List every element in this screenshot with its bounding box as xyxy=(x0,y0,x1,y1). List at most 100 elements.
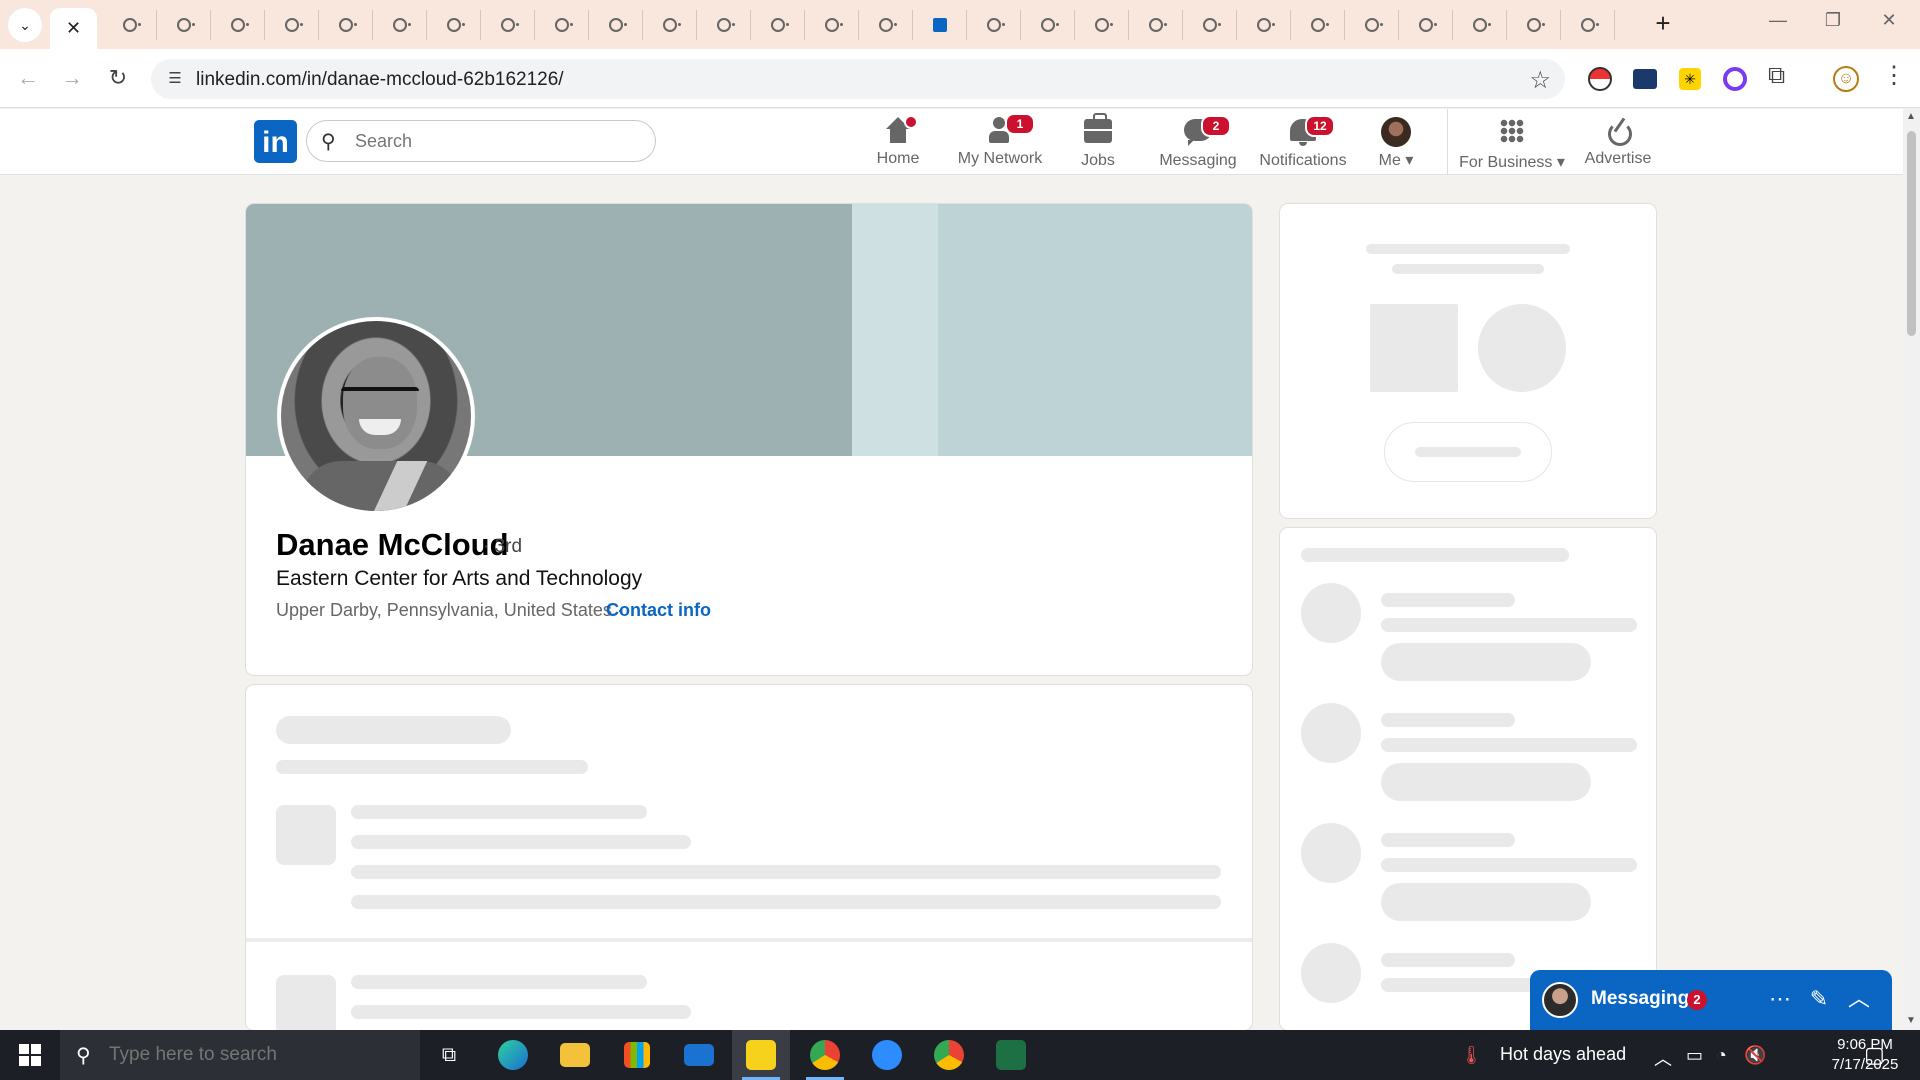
nav-home[interactable]: Home xyxy=(868,115,928,169)
film-extension-icon[interactable] xyxy=(1633,69,1657,89)
weather-text[interactable]: Hot days ahead xyxy=(1500,1044,1626,1065)
taskbar-search-input[interactable] xyxy=(109,1043,399,1067)
browser-tab[interactable] xyxy=(535,10,589,40)
restore-button[interactable]: ❐ xyxy=(1813,10,1853,31)
linkedin-logo[interactable]: in xyxy=(254,120,297,163)
browser-tab[interactable] xyxy=(211,10,265,40)
chevron-up-icon[interactable]: ︿ xyxy=(1844,984,1874,1014)
address-bar[interactable]: ☰ linkedin.com/in/danae-mccloud-62b16212… xyxy=(151,59,1565,99)
show-hidden-icons-chevron-icon[interactable]: ︿ xyxy=(1654,1045,1672,1071)
profile-icon[interactable]: ☺ xyxy=(1833,66,1859,92)
browser-tab[interactable] xyxy=(1021,10,1075,40)
notification-center-icon[interactable]: ▢ xyxy=(1864,1042,1885,1068)
taskbar-zoom[interactable] xyxy=(858,1030,916,1080)
profile-photo[interactable] xyxy=(277,317,475,515)
new-tab-button[interactable]: + xyxy=(1648,8,1678,38)
browser-tab[interactable] xyxy=(1237,10,1291,40)
browser-tab[interactable] xyxy=(859,10,913,40)
browser-tab[interactable] xyxy=(157,10,211,40)
browser-tab[interactable] xyxy=(319,10,373,40)
nav-for-business[interactable]: For Business ▾ xyxy=(1456,117,1568,171)
browser-tab[interactable] xyxy=(967,10,1021,40)
nav-me-label: Me xyxy=(1378,152,1401,169)
taskbar-mail[interactable] xyxy=(670,1030,728,1080)
browser-tab[interactable] xyxy=(103,10,157,40)
browser-tab-linkedin[interactable] xyxy=(913,10,967,40)
browser-tab[interactable] xyxy=(589,10,643,40)
scroll-up-arrow-icon[interactable]: ▲ xyxy=(1906,111,1916,122)
scrollbar-thumb[interactable] xyxy=(1907,131,1916,336)
browser-tab[interactable] xyxy=(1507,10,1561,40)
browser-tab[interactable] xyxy=(1453,10,1507,40)
nav-me[interactable]: Me ▾ xyxy=(1366,117,1426,169)
browser-tab[interactable] xyxy=(1291,10,1345,40)
site-settings-icon[interactable]: ☰ xyxy=(165,69,185,89)
browser-tab[interactable] xyxy=(427,10,481,40)
browser-tab[interactable] xyxy=(805,10,859,40)
forward-button[interactable]: → xyxy=(57,63,87,93)
globe-icon xyxy=(608,18,627,32)
browser-tab[interactable] xyxy=(1183,10,1237,40)
task-view-button[interactable]: ⧉ xyxy=(420,1030,478,1080)
url-text[interactable]: linkedin.com/in/danae-mccloud-62b162126/ xyxy=(196,69,564,91)
messaging-title[interactable]: Messaging xyxy=(1591,988,1689,1010)
menu-kebab-icon[interactable]: ⋮ xyxy=(1882,61,1910,89)
page-scrollbar[interactable]: ▲ ▼ xyxy=(1903,109,1920,1030)
wifi-icon[interactable]: ◔ xyxy=(1716,1045,1727,1066)
taskbar-store[interactable] xyxy=(608,1030,666,1080)
skeleton-bar xyxy=(1381,953,1515,967)
browser-tab[interactable] xyxy=(1075,10,1129,40)
profile-name: Danae McCloud xyxy=(276,527,509,562)
taskbar-chrome[interactable] xyxy=(796,1030,854,1080)
browser-tabstrip: ⌄ ✕ + — ❐ ✕ xyxy=(0,0,1920,49)
messaging-overlay-bar[interactable]: Messaging 2 ⋯ ✎ ︿ xyxy=(1530,970,1892,1030)
tab-search-button[interactable]: ⌄ xyxy=(8,8,42,42)
browser-tab[interactable] xyxy=(697,10,751,40)
taskbar-excel[interactable] xyxy=(982,1030,1040,1080)
nav-jobs[interactable]: Jobs xyxy=(1068,113,1128,169)
scroll-down-arrow-icon[interactable]: ▼ xyxy=(1906,1015,1916,1026)
nav-messaging[interactable]: 2 Messaging xyxy=(1157,115,1239,169)
taskbar-sticky-notes[interactable] xyxy=(732,1030,790,1080)
search-input[interactable] xyxy=(355,129,635,153)
search-box[interactable]: ⚲ xyxy=(306,120,656,162)
browser-tab[interactable] xyxy=(1345,10,1399,40)
minimize-button[interactable]: — xyxy=(1758,10,1798,31)
volume-muted-icon[interactable]: 🔇 xyxy=(1744,1045,1766,1066)
bookmark-star-icon[interactable]: ☆ xyxy=(1529,66,1551,95)
browser-tab[interactable] xyxy=(1561,10,1615,40)
compose-icon[interactable]: ✎ xyxy=(1804,984,1834,1014)
taskbar-file-explorer[interactable] xyxy=(546,1030,604,1080)
browser-tab[interactable] xyxy=(1129,10,1183,40)
globe-icon xyxy=(986,18,1005,32)
battery-icon[interactable]: ▭ xyxy=(1686,1045,1703,1066)
nav-my-network[interactable]: 1 My Network xyxy=(955,113,1045,169)
globe-icon xyxy=(338,18,357,32)
start-button[interactable] xyxy=(0,1030,60,1080)
browser-tab[interactable] xyxy=(373,10,427,40)
taskbar-edge[interactable] xyxy=(484,1030,542,1080)
browser-tab[interactable] xyxy=(481,10,535,40)
nav-divider xyxy=(1447,109,1448,175)
reload-button[interactable]: ↻ xyxy=(103,63,133,93)
extensions-puzzle-icon[interactable]: ⧉ xyxy=(1768,62,1796,90)
pokeball-extension-icon[interactable] xyxy=(1588,67,1612,91)
more-options-icon[interactable]: ⋯ xyxy=(1765,984,1795,1014)
active-tab[interactable]: ✕ xyxy=(50,8,97,49)
globe-icon xyxy=(878,18,897,32)
taskbar-search[interactable]: ⚲ xyxy=(60,1030,420,1080)
nav-notifications[interactable]: 12 Notifications xyxy=(1253,115,1353,169)
browser-tab[interactable] xyxy=(265,10,319,40)
browser-tab[interactable] xyxy=(643,10,697,40)
taskbar-chrome-2[interactable] xyxy=(920,1030,978,1080)
nav-advertise[interactable]: Advertise xyxy=(1578,117,1658,169)
contact-info-link[interactable]: Contact info xyxy=(606,600,711,621)
globe-icon xyxy=(122,18,141,32)
close-window-button[interactable]: ✕ xyxy=(1869,10,1909,31)
browser-tab[interactable] xyxy=(751,10,805,40)
close-tab-icon[interactable]: ✕ xyxy=(66,18,81,39)
asterisk-extension-icon[interactable]: ✳ xyxy=(1679,68,1701,90)
browser-tab[interactable] xyxy=(1399,10,1453,40)
ring-extension-icon[interactable] xyxy=(1723,67,1747,91)
back-button[interactable]: ← xyxy=(13,63,43,93)
